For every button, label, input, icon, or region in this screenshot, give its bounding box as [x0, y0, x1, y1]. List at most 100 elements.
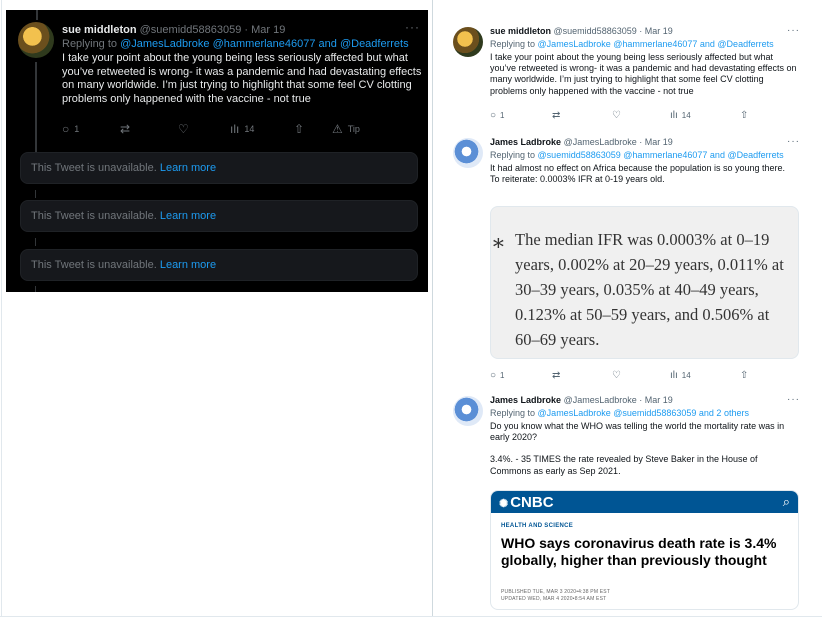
reply-icon: ○	[490, 370, 497, 381]
learn-more-link[interactable]: Learn more	[160, 259, 216, 271]
separator: ·	[639, 395, 643, 405]
asterisk-mark: ∗	[491, 231, 506, 256]
tip-button[interactable]: ⚠ Tip	[332, 122, 360, 136]
avatar[interactable]	[18, 22, 54, 58]
more-options-icon[interactable]: ···	[405, 20, 420, 34]
replying-to-handles[interactable]: @JamesLadbroke @suemidd58863059 and 2 ot…	[538, 408, 749, 418]
more-options-icon[interactable]: ···	[787, 136, 800, 147]
tweet-actions: ○ 1 ⇄ ♡ ılı 14 ⇧	[490, 110, 780, 122]
avatar[interactable]	[453, 27, 483, 57]
retweet-icon: ⇄	[552, 370, 561, 381]
author-name[interactable]: sue middleton	[490, 26, 551, 36]
author-name[interactable]: sue middleton	[62, 24, 137, 36]
cnbc-logo-text: CNBC	[510, 494, 554, 511]
tweet-date[interactable]: Mar 19	[645, 26, 673, 36]
quoted-image[interactable]: ∗ The median IFR was 0.0003% at 0–19 yea…	[490, 206, 799, 359]
replying-to-label: Replying to	[490, 150, 536, 160]
views-button[interactable]: ılı 14	[670, 370, 691, 381]
learn-more-link[interactable]: Learn more	[160, 210, 216, 222]
tweet-text: It had almost no effect on Africa becaus…	[490, 163, 800, 185]
retweet-button[interactable]: ⇄	[552, 370, 560, 381]
unavailable-tweet: This Tweet is unavailable. Learn more	[20, 152, 418, 184]
link-preview-card[interactable]: ✺ CNBC ⌕ HEALTH AND SCIENCE WHO says coro…	[490, 490, 799, 610]
author-name[interactable]: James Ladbroke	[490, 137, 561, 147]
tweet-text: I take your point about the young being …	[490, 52, 797, 96]
reply-icon: ○	[490, 110, 497, 121]
left-border	[1, 0, 2, 617]
retweet-button[interactable]: ⇄	[120, 122, 130, 136]
replying-to-handles[interactable]: @suemidd58863059 @hammerlane46077 and @D…	[538, 150, 784, 160]
replying-to-label: Replying to	[62, 38, 118, 50]
author-handle[interactable]: @suemidd58863059	[140, 24, 242, 36]
more-options-icon[interactable]: ···	[787, 25, 800, 36]
search-icon: ⌕	[782, 494, 790, 509]
author-handle[interactable]: @JamesLadbroke	[564, 395, 637, 405]
unavailable-text: This Tweet is unavailable.	[31, 259, 157, 271]
replying-to-handles[interactable]: @JamesLadbroke @hammerlane46077 and @Dea…	[120, 38, 409, 50]
published-date: PUBLISHED TUE, MAR 3 2020•4:38 PM EST	[501, 589, 611, 595]
tweet-header: sue middleton @suemidd58863059 · Mar 19	[490, 26, 673, 36]
like-icon: ♡	[612, 110, 621, 121]
thread-connector	[35, 144, 36, 152]
author-handle[interactable]: @JamesLadbroke	[564, 137, 637, 147]
tweet-text-line: To reiterate: 0.0003% IFR at 0-19 years …	[490, 174, 665, 185]
like-button[interactable]: ♡	[178, 122, 189, 136]
cnbc-logo: ✺ CNBC	[499, 494, 554, 511]
thread-connector	[35, 190, 36, 198]
views-icon: ılı	[670, 370, 678, 381]
unavailable-tweet: This Tweet is unavailable. Learn more	[20, 249, 418, 281]
reply-count: 1	[74, 124, 80, 134]
peacock-icon: ✺	[499, 498, 509, 510]
views-count: 14	[681, 111, 691, 120]
separator: ·	[639, 137, 643, 147]
tweet-header: James Ladbroke @JamesLadbroke · Mar 19	[490, 395, 673, 405]
more-options-icon[interactable]: ···	[787, 394, 800, 405]
views-count: 14	[681, 371, 691, 380]
avatar[interactable]	[453, 138, 483, 168]
reply-button[interactable]: ○ 1	[62, 122, 79, 136]
retweet-button[interactable]: ⇄	[552, 110, 560, 121]
like-icon: ♡	[612, 370, 621, 381]
unavailable-text: This Tweet is unavailable.	[31, 162, 157, 174]
like-icon: ♡	[178, 122, 189, 136]
author-name[interactable]: James Ladbroke	[490, 395, 561, 405]
reply-count: 1	[500, 111, 505, 120]
avatar[interactable]	[453, 396, 483, 426]
share-button[interactable]: ⇧	[740, 110, 748, 121]
like-button[interactable]: ♡	[612, 370, 621, 381]
reply-button[interactable]: ○ 1	[490, 370, 505, 381]
share-button[interactable]: ⇧	[294, 122, 304, 136]
views-count: 14	[244, 124, 255, 134]
quoted-text: The median IFR was 0.0003% at 0–19 years…	[515, 230, 784, 349]
views-button[interactable]: ılı 14	[230, 122, 254, 136]
views-icon: ılı	[230, 122, 240, 136]
tweet-text-line: Do you know what the WHO was telling the…	[490, 421, 785, 443]
replying-to: Replying to @JamesLadbroke @suemidd58863…	[490, 408, 749, 418]
tweet-date[interactable]: Mar 19	[645, 137, 673, 147]
tweet-date[interactable]: Mar 19	[251, 24, 285, 36]
reply-button[interactable]: ○ 1	[490, 110, 505, 121]
like-button[interactable]: ♡	[612, 110, 621, 121]
tweet-actions: ○ 1 ⇄ ♡ ılı 14 ⇧	[490, 370, 780, 382]
separator: ·	[244, 24, 249, 36]
learn-more-link[interactable]: Learn more	[160, 162, 216, 174]
share-icon: ⇧	[740, 110, 749, 121]
views-button[interactable]: ılı 14	[670, 110, 691, 121]
tweet-text: Do you know what the WHO was telling the…	[490, 421, 800, 477]
tweet-header: sue middleton @suemidd58863059 · Mar 19	[62, 24, 285, 36]
views-icon: ılı	[670, 110, 678, 121]
unavailable-text: This Tweet is unavailable.	[31, 210, 157, 222]
tweet-text-line: It had almost no effect on Africa becaus…	[490, 163, 786, 173]
replying-to-handles[interactable]: @JamesLadbroke @hammerlane46077 and @Dea…	[538, 39, 774, 49]
dark-thread-screenshot: sue middleton @suemidd58863059 · Mar 19 …	[6, 10, 428, 292]
unavailable-tweet: This Tweet is unavailable. Learn more	[20, 200, 418, 232]
article-headline: WHO says coronavirus death rate is 3.4% …	[501, 535, 777, 568]
share-icon: ⇧	[740, 370, 749, 381]
share-icon: ⇧	[294, 122, 305, 136]
share-button[interactable]: ⇧	[740, 370, 748, 381]
separator: ·	[639, 26, 643, 36]
tweet-text-line: 3.4%. - 35 TIMES the rate revealed by St…	[490, 454, 758, 476]
tweet-date[interactable]: Mar 19	[645, 395, 673, 405]
author-handle[interactable]: @suemidd58863059	[554, 26, 637, 36]
